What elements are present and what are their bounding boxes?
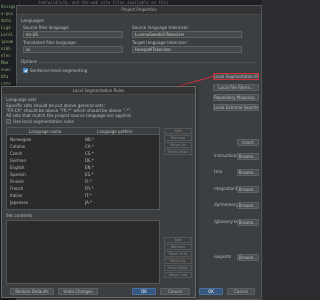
local-segmentation-rules-dialog: Local Segmentation Rules Language sets S… (1, 86, 196, 298)
col-language-name: Language name (29, 129, 62, 134)
language-pattern-cell: JA.* (85, 200, 93, 205)
language-name-cell: Finnish (10, 179, 24, 184)
restore-defaults-button[interactable]: Restore Defaults (10, 288, 54, 295)
language-name-cell: Spanish (10, 172, 26, 177)
contents-add-button[interactable]: Add (164, 237, 192, 243)
table-row[interactable]: Catalan CA.* (7, 143, 159, 150)
table-row[interactable]: Czech CS.* (7, 150, 159, 157)
language-sets-table[interactable]: Language name Language pattern Norwegian… (6, 127, 160, 210)
sets-move-up-button[interactable]: Move Up (164, 142, 192, 148)
dialog-ok-button[interactable]: OK (132, 288, 156, 295)
language-pattern-cell: IT.* (85, 193, 92, 198)
language-name-cell: German (10, 158, 27, 163)
contents-move-last-button[interactable]: Move Last (164, 272, 192, 278)
table-row[interactable]: Finnish FI.* (7, 178, 159, 185)
description-line-3: All sets that match the project source l… (6, 113, 132, 118)
language-pattern-cell: CS.* (85, 151, 94, 156)
col-language-pattern: Language pattern (97, 129, 133, 134)
set-contents-label: Set contents (6, 213, 33, 218)
table-row[interactable]: Spanish ES.* (7, 171, 159, 178)
table-row[interactable]: German DE.* (7, 157, 159, 164)
contents-move-down-button[interactable]: Move Down (164, 265, 192, 271)
contents-move-up-button[interactable]: Move Up (164, 258, 192, 264)
language-name-cell: Czech (10, 151, 23, 156)
language-pattern-cell: NB.* (85, 137, 95, 142)
table-row[interactable]: Norwegian NB.* (7, 136, 159, 143)
language-name-cell: Italian (10, 193, 23, 198)
language-pattern-cell: CA.* (85, 144, 94, 149)
contents-remove-button[interactable]: Remove (164, 244, 192, 250)
language-sets-label: Language sets (6, 97, 37, 102)
language-pattern-cell: EN.* (85, 165, 94, 170)
use-local-rules-checkbox[interactable] (6, 119, 11, 124)
table-row[interactable]: Italian IT.* (7, 192, 159, 199)
language-sets-table-header: Language name Language pattern (7, 128, 159, 135)
set-contents-table[interactable] (6, 220, 160, 284)
table-row[interactable]: English EN.* (7, 164, 159, 171)
undo-changes-button[interactable]: Undo Changes (58, 288, 98, 295)
language-pattern-cell: ES.* (85, 172, 94, 177)
language-pattern-cell: FI.* (85, 179, 92, 184)
dialog-title: Local Segmentation Rules (2, 87, 195, 95)
contents-move-first-button[interactable]: Move First (164, 251, 192, 257)
language-name-cell: Japanese (10, 200, 29, 205)
language-pattern-cell: DE.* (85, 158, 94, 163)
language-pattern-cell: FR.* (85, 186, 94, 191)
table-row[interactable]: Japanese JA.* (7, 199, 159, 206)
sets-remove-button[interactable]: Remove (164, 135, 192, 141)
table-row[interactable]: French FR.* (7, 185, 159, 192)
sets-move-down-button[interactable]: Move Down (164, 149, 192, 155)
language-name-cell: Norwegian (10, 137, 32, 142)
dialog-cancel-button[interactable]: Cancel (160, 288, 190, 295)
language-name-cell: English (10, 165, 25, 170)
sets-add-button[interactable]: Add (164, 128, 192, 134)
language-name-cell: French (10, 186, 24, 191)
use-local-rules-label: Use local segmentation rules (13, 119, 74, 124)
language-name-cell: Catalan (10, 144, 26, 149)
